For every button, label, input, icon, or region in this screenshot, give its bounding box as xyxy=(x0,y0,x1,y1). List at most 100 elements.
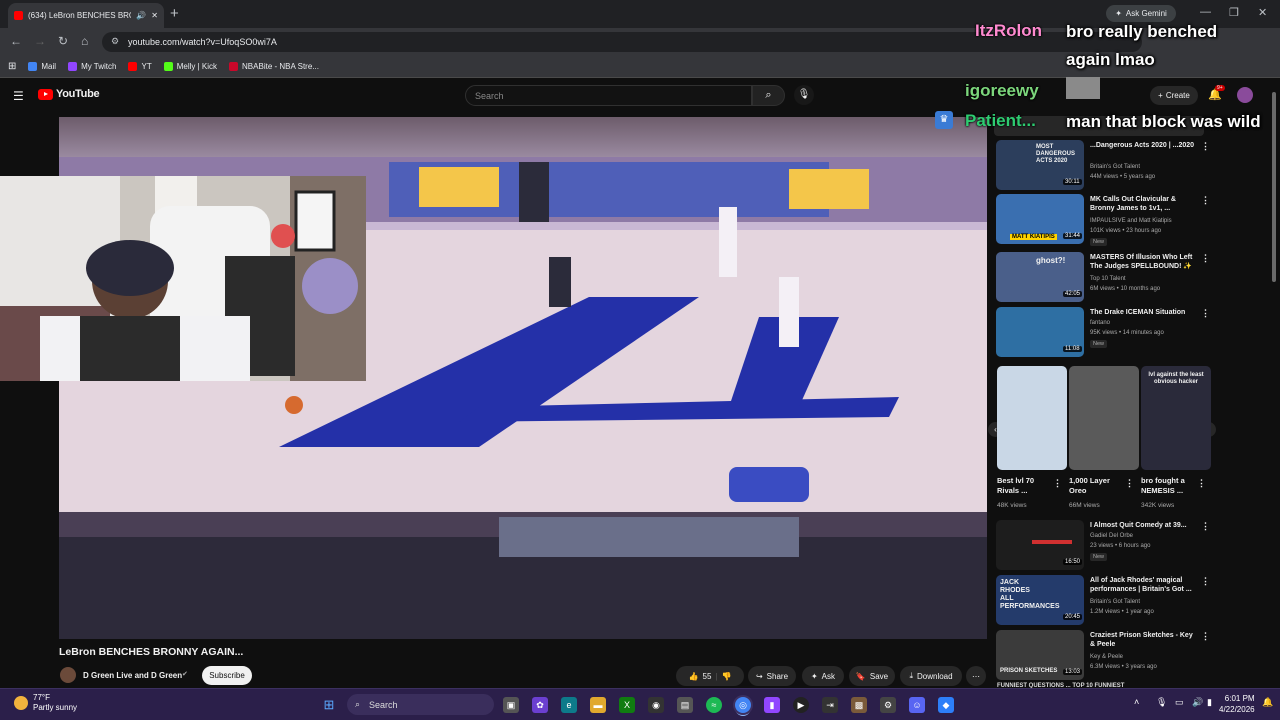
download-label: Download xyxy=(916,671,953,681)
thumbnail-accent xyxy=(1032,540,1072,544)
notification-badge: 9+ xyxy=(1215,85,1225,91)
short-views: 342K views xyxy=(1141,502,1175,509)
rec-meta: 23 views • 6 hours ago xyxy=(1090,543,1151,549)
short-title: Best lvl 70 Rivals ... xyxy=(997,476,1035,495)
hamburger-menu-icon[interactable]: ☰ xyxy=(13,89,24,103)
duration-badge: 13:03 xyxy=(1063,669,1083,675)
chat-message: man that block was wild xyxy=(1066,112,1261,131)
settings-gear-icon[interactable]: ⚙ xyxy=(880,697,896,713)
thumbs-up-icon[interactable]: 👍 xyxy=(689,672,699,681)
search-input[interactable]: Search xyxy=(465,85,752,106)
more-vertical-icon[interactable]: ⋮ xyxy=(1197,478,1206,489)
windows-start-icon[interactable]: ⊞ xyxy=(321,697,337,713)
copilot-icon[interactable]: ✿ xyxy=(532,697,548,713)
reload-icon[interactable]: ↻ xyxy=(58,34,68,48)
back-arrow-icon[interactable]: ← xyxy=(10,34,22,48)
share-button[interactable]: ↪ Share xyxy=(748,666,796,686)
rec-channel: Top 10 Talent xyxy=(1090,276,1126,282)
more-vertical-icon[interactable]: ⋮ xyxy=(1201,631,1210,642)
bookmark-my-twitch[interactable]: My Twitch xyxy=(68,62,116,71)
taskbar-search[interactable]: ⌕ Search xyxy=(347,694,494,715)
more-vertical-icon[interactable]: ⋮ xyxy=(1201,308,1210,319)
speaker-icon[interactable]: 🔊 xyxy=(136,11,146,20)
rec-channel: Gadiel Del Orbe xyxy=(1090,533,1134,539)
media-player-icon[interactable]: ▶ xyxy=(793,697,809,713)
github-icon[interactable]: ◉ xyxy=(648,697,664,713)
more-vertical-icon[interactable]: ⋮ xyxy=(1053,478,1062,489)
rec-channel: Britain's Got Talent xyxy=(1090,599,1141,605)
youtube-favicon-icon xyxy=(14,11,23,20)
bookmark-mail[interactable]: Mail xyxy=(28,62,56,71)
create-button[interactable]: + Create xyxy=(1150,86,1198,105)
bookmark-nbabite[interactable]: NBABite - NBA Stre... xyxy=(229,62,319,71)
chat-username: igoreewy xyxy=(965,81,1039,100)
spotify-icon[interactable]: ≈ xyxy=(706,697,722,713)
bookmark-yt[interactable]: YT xyxy=(128,62,152,71)
more-vertical-icon[interactable]: ⋮ xyxy=(1201,576,1210,587)
plus-icon: + xyxy=(1158,91,1163,100)
twitch-app-icon[interactable]: ▮ xyxy=(764,697,780,713)
task-view-icon[interactable]: ▣ xyxy=(503,697,519,713)
file-explorer-icon[interactable]: ▬ xyxy=(590,697,606,713)
sparkle-icon: ✦ xyxy=(810,671,818,681)
chat-username: ItzRolon xyxy=(975,21,1043,40)
ask-label: Ask xyxy=(821,671,836,681)
youtube-play-icon xyxy=(38,88,53,100)
tray-chevron-up-icon[interactable]: ˄ xyxy=(1134,697,1139,707)
more-vertical-icon[interactable]: ⋮ xyxy=(1201,195,1210,206)
photo-app-icon[interactable]: ▩ xyxy=(851,697,867,713)
channel-name[interactable]: D Green Live and D Green xyxy=(83,671,182,680)
channel-avatar[interactable] xyxy=(60,667,76,683)
site-info-icon[interactable]: ⚙ xyxy=(111,36,119,47)
download-button[interactable]: ⤓ Download xyxy=(900,666,962,686)
network-icon[interactable]: ▭ xyxy=(1175,697,1184,708)
windows-taskbar xyxy=(0,688,1280,720)
download-icon: ⤓ xyxy=(909,671,913,680)
bookmark-melly-kick[interactable]: Melly | Kick xyxy=(163,62,218,71)
discord-icon[interactable]: ☺ xyxy=(909,697,925,713)
rec-title: I Almost Quit Comedy at 39... xyxy=(1090,522,1187,529)
youtube-logo[interactable]: YouTube xyxy=(38,88,100,100)
more-vertical-icon[interactable]: ⋮ xyxy=(1201,521,1210,532)
more-vertical-icon[interactable]: ⋮ xyxy=(1125,478,1134,489)
save-label: Save xyxy=(869,671,889,681)
ask-button[interactable]: ✦ Ask xyxy=(802,666,844,686)
app-icon[interactable]: ▤ xyxy=(677,697,693,713)
rec-channel: Britain's Got Talent xyxy=(1090,164,1141,170)
rec-meta: 101K views • 23 hours ago xyxy=(1090,228,1162,234)
account-avatar[interactable] xyxy=(1237,87,1253,103)
thumbnail-text: MATT KIATIPIS xyxy=(1010,234,1057,240)
chrome-icon[interactable]: ◎ xyxy=(735,697,751,713)
home-icon[interactable]: ⌂ xyxy=(81,34,88,48)
twitch-icon xyxy=(68,62,78,71)
battery-icon[interactable]: ▮ xyxy=(1207,697,1212,708)
volume-icon[interactable]: 🔊 xyxy=(1192,697,1203,708)
search-icon: ⌕ xyxy=(355,699,361,709)
more-actions-button[interactable]: ⋯ xyxy=(966,666,986,686)
weather-widget[interactable]: 77°F Partly sunny xyxy=(14,693,77,713)
bookmark-label: Melly | Kick xyxy=(176,62,218,71)
subscribe-button[interactable]: Subscribe xyxy=(202,666,252,685)
apps-grid-icon[interactable]: ⊞ xyxy=(8,61,16,72)
save-button[interactable]: 🔖 Save xyxy=(849,666,895,686)
notification-center-icon[interactable]: 🔔 xyxy=(1262,697,1273,708)
thumbnail-text: PRISON SKETCHES xyxy=(1000,668,1058,674)
taskbar-clock[interactable]: 6:01 PM 4/22/2026 xyxy=(1219,693,1255,715)
xbox-icon[interactable]: X xyxy=(619,697,635,713)
edge-icon[interactable]: e xyxy=(561,697,577,713)
tray-mic-icon[interactable]: 🎙 xyxy=(1156,697,1167,708)
forward-arrow-icon[interactable]: → xyxy=(34,34,46,48)
more-vertical-icon[interactable]: ⋮ xyxy=(1201,141,1210,152)
minimize-button[interactable]: — xyxy=(1200,6,1211,18)
thumbs-down-icon[interactable]: 👎 xyxy=(721,672,731,681)
search-icon: ⌕ xyxy=(765,89,772,101)
app-icon[interactable]: ◆ xyxy=(938,697,954,713)
browser-tab[interactable]: (634) LeBron BENCHES BRO 🔊 ✕ xyxy=(8,3,164,28)
more-vertical-icon[interactable]: ⋮ xyxy=(1201,253,1210,264)
search-button[interactable]: ⌕ xyxy=(752,85,785,106)
tab-title: (634) LeBron BENCHES BRO xyxy=(28,11,132,20)
mic-button[interactable]: 🎙 xyxy=(794,85,814,105)
app-icon[interactable]: ⇥ xyxy=(822,697,838,713)
tab-close-icon[interactable]: ✕ xyxy=(151,11,158,20)
new-tab-button[interactable]: + xyxy=(170,5,179,22)
